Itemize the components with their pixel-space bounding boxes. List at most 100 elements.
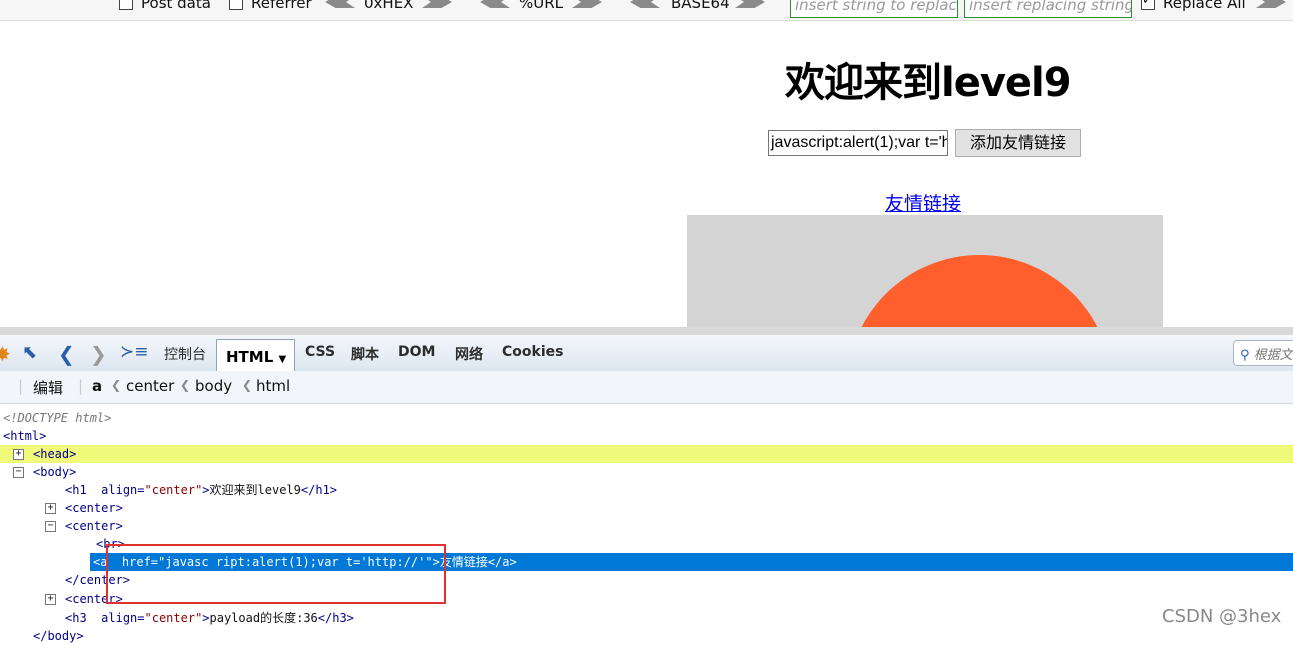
h3-val: "center": [145, 611, 203, 625]
tab-net[interactable]: 网络: [455, 344, 483, 364]
breadcrumb-chevron-icon: ❮: [111, 378, 121, 392]
tab-console[interactable]: 控制台: [164, 344, 206, 364]
h1-attr: align=: [101, 483, 144, 497]
edit-button[interactable]: 编辑: [33, 377, 63, 398]
replacing-string-input[interactable]: insert replacing string: [964, 0, 1132, 18]
hex-encode-arrow-icon[interactable]: [422, 0, 452, 8]
breadcrumb-html[interactable]: html: [256, 377, 290, 395]
tree-row-body[interactable]: − <body>: [0, 463, 1293, 481]
tab-cookies[interactable]: Cookies: [502, 344, 563, 360]
tab-script[interactable]: 脚本: [351, 344, 379, 364]
h3-tag: <h3: [65, 611, 87, 625]
tree-row-body-end[interactable]: </body>: [0, 627, 1293, 645]
referrer-toggle[interactable]: Referrer: [229, 0, 312, 12]
breadcrumb-chevron-icon: ❮: [180, 378, 190, 392]
post-data-toggle[interactable]: Post data: [119, 0, 211, 12]
a-close: >: [433, 555, 440, 569]
breadcrumb-body[interactable]: body: [195, 377, 232, 395]
expand-icon[interactable]: +: [45, 503, 56, 514]
search-placeholder: 根据文: [1254, 348, 1293, 363]
tab-html-label: HTML: [226, 348, 273, 366]
devtools-panel: ✸ ⬉ ❮ ❯ ≻≡ 控制台 HTML ▼ CSS 脚本 DOM 网络 Cook…: [0, 327, 1293, 635]
expand-icon[interactable]: +: [13, 449, 24, 460]
h3-close: >: [202, 611, 209, 625]
h1-tag: <h1: [65, 483, 87, 497]
tree-row-html[interactable]: <html>: [0, 427, 1293, 445]
h3-attr: align=: [101, 611, 144, 625]
tab-css[interactable]: CSS: [305, 344, 335, 360]
search-icon: ⚲: [1240, 348, 1250, 363]
chevron-down-icon: ▼: [279, 354, 287, 365]
h1-close: >: [202, 483, 209, 497]
breadcrumb-center[interactable]: center: [126, 377, 174, 395]
level-banner-image: [687, 215, 1163, 327]
replace-arrow-icon[interactable]: [1256, 0, 1286, 8]
a-attr: href=: [122, 555, 158, 569]
tab-dom[interactable]: DOM: [398, 344, 435, 360]
a-tag: <a: [93, 555, 107, 569]
html-tag: <html>: [3, 427, 46, 445]
devtools-toolbar: ✸ ⬉ ❮ ❯ ≻≡ 控制台 HTML ▼ CSS 脚本 DOM 网络 Cook…: [0, 335, 1293, 372]
url-label: %URL: [519, 0, 563, 12]
head-tag: <head>: [33, 445, 76, 463]
hex-label: 0xHEX: [364, 0, 413, 12]
expand-icon[interactable]: +: [45, 594, 56, 605]
add-link-button[interactable]: 添加友情链接: [955, 129, 1081, 157]
breadcrumb-chevron-icon: ❮: [242, 378, 252, 392]
referrer-checkbox[interactable]: [229, 0, 243, 10]
separator: |: [78, 377, 83, 395]
a-end: </a>: [488, 555, 517, 569]
devtools-breadcrumb-bar: ▮ | 编辑 | a ❮ center ❮ body ❮ html: [0, 371, 1293, 404]
inspect-pointer-icon[interactable]: ⬉: [22, 342, 37, 363]
command-line-icon[interactable]: ≻≡: [120, 342, 149, 362]
collapse-icon[interactable]: −: [13, 467, 24, 478]
friend-link[interactable]: 友情链接: [885, 189, 961, 216]
tree-row-doctype[interactable]: <!DOCTYPE html>: [0, 409, 1293, 427]
tab-html[interactable]: HTML ▼: [216, 339, 295, 372]
center2-end-tag: </center>: [65, 571, 130, 589]
devtools-search-input[interactable]: ⚲ 根据文: [1233, 340, 1293, 366]
tree-row-h1[interactable]: <h1 align="center">欢迎来到level9</h1>: [0, 481, 1293, 499]
replace-string-input[interactable]: insert string to replace: [790, 0, 958, 18]
base64-encode-arrow-icon[interactable]: [735, 0, 765, 8]
doctype-text: <!DOCTYPE html>: [3, 409, 111, 427]
url-decode-arrow-icon[interactable]: [480, 0, 510, 8]
h1-node: <h1 align="center">欢迎来到level9</h1>: [65, 481, 337, 499]
devtools-splitter[interactable]: [0, 327, 1293, 335]
tree-row-h3[interactable]: <h3 align="center">payload的长度:36</h3>: [0, 609, 1293, 627]
hex-decode-arrow-icon[interactable]: [325, 0, 355, 8]
watermark: CSDN @3hex: [1162, 606, 1281, 627]
tree-row-center2-end[interactable]: </center>: [0, 571, 1293, 589]
tree-row-a-selected[interactable]: <a href="javasc ript:alert(1);var t='htt…: [90, 553, 1293, 571]
referrer-label: Referrer: [251, 0, 312, 12]
post-data-label: Post data: [141, 0, 211, 12]
firebug-icon[interactable]: ✸: [0, 342, 11, 366]
forward-icon[interactable]: ❯: [90, 342, 107, 366]
body-end-tag: </body>: [33, 627, 84, 645]
center1-tag: <center>: [65, 499, 123, 517]
url-encode-arrow-icon[interactable]: [572, 0, 602, 8]
back-icon[interactable]: ❮: [58, 342, 75, 366]
base64-decode-arrow-icon[interactable]: [630, 0, 660, 8]
tree-row-center1[interactable]: + <center>: [0, 499, 1293, 517]
h3-text: payload的长度:36: [210, 611, 318, 625]
h3-end: </h3>: [318, 611, 354, 625]
tree-row-head[interactable]: + <head>: [0, 445, 1293, 463]
breadcrumb-a[interactable]: a: [92, 377, 102, 395]
h1-text: 欢迎来到level9: [210, 483, 301, 497]
h1-end: </h1>: [301, 483, 337, 497]
tree-row-br[interactable]: <br>: [0, 535, 1293, 553]
banner-circle-graphic: [847, 255, 1112, 327]
h3-node: <h3 align="center">payload的长度:36</h3>: [65, 609, 354, 627]
post-data-checkbox[interactable]: [119, 0, 133, 10]
replace-all-label: Replace All: [1163, 0, 1246, 12]
a-node: <a href="javasc ript:alert(1);var t='htt…: [93, 553, 517, 571]
a-text: 友情链接: [440, 555, 488, 569]
keyword-input[interactable]: javascript:alert(1);var t='http://': [768, 130, 948, 156]
replace-all-toggle[interactable]: Replace All: [1141, 0, 1246, 12]
replace-all-checkbox[interactable]: [1141, 0, 1155, 10]
collapse-icon[interactable]: −: [45, 521, 56, 532]
br-tag: <br>: [96, 535, 125, 553]
tree-row-center2[interactable]: − <center>: [0, 517, 1293, 535]
tree-row-center3[interactable]: + <center>: [0, 590, 1293, 608]
